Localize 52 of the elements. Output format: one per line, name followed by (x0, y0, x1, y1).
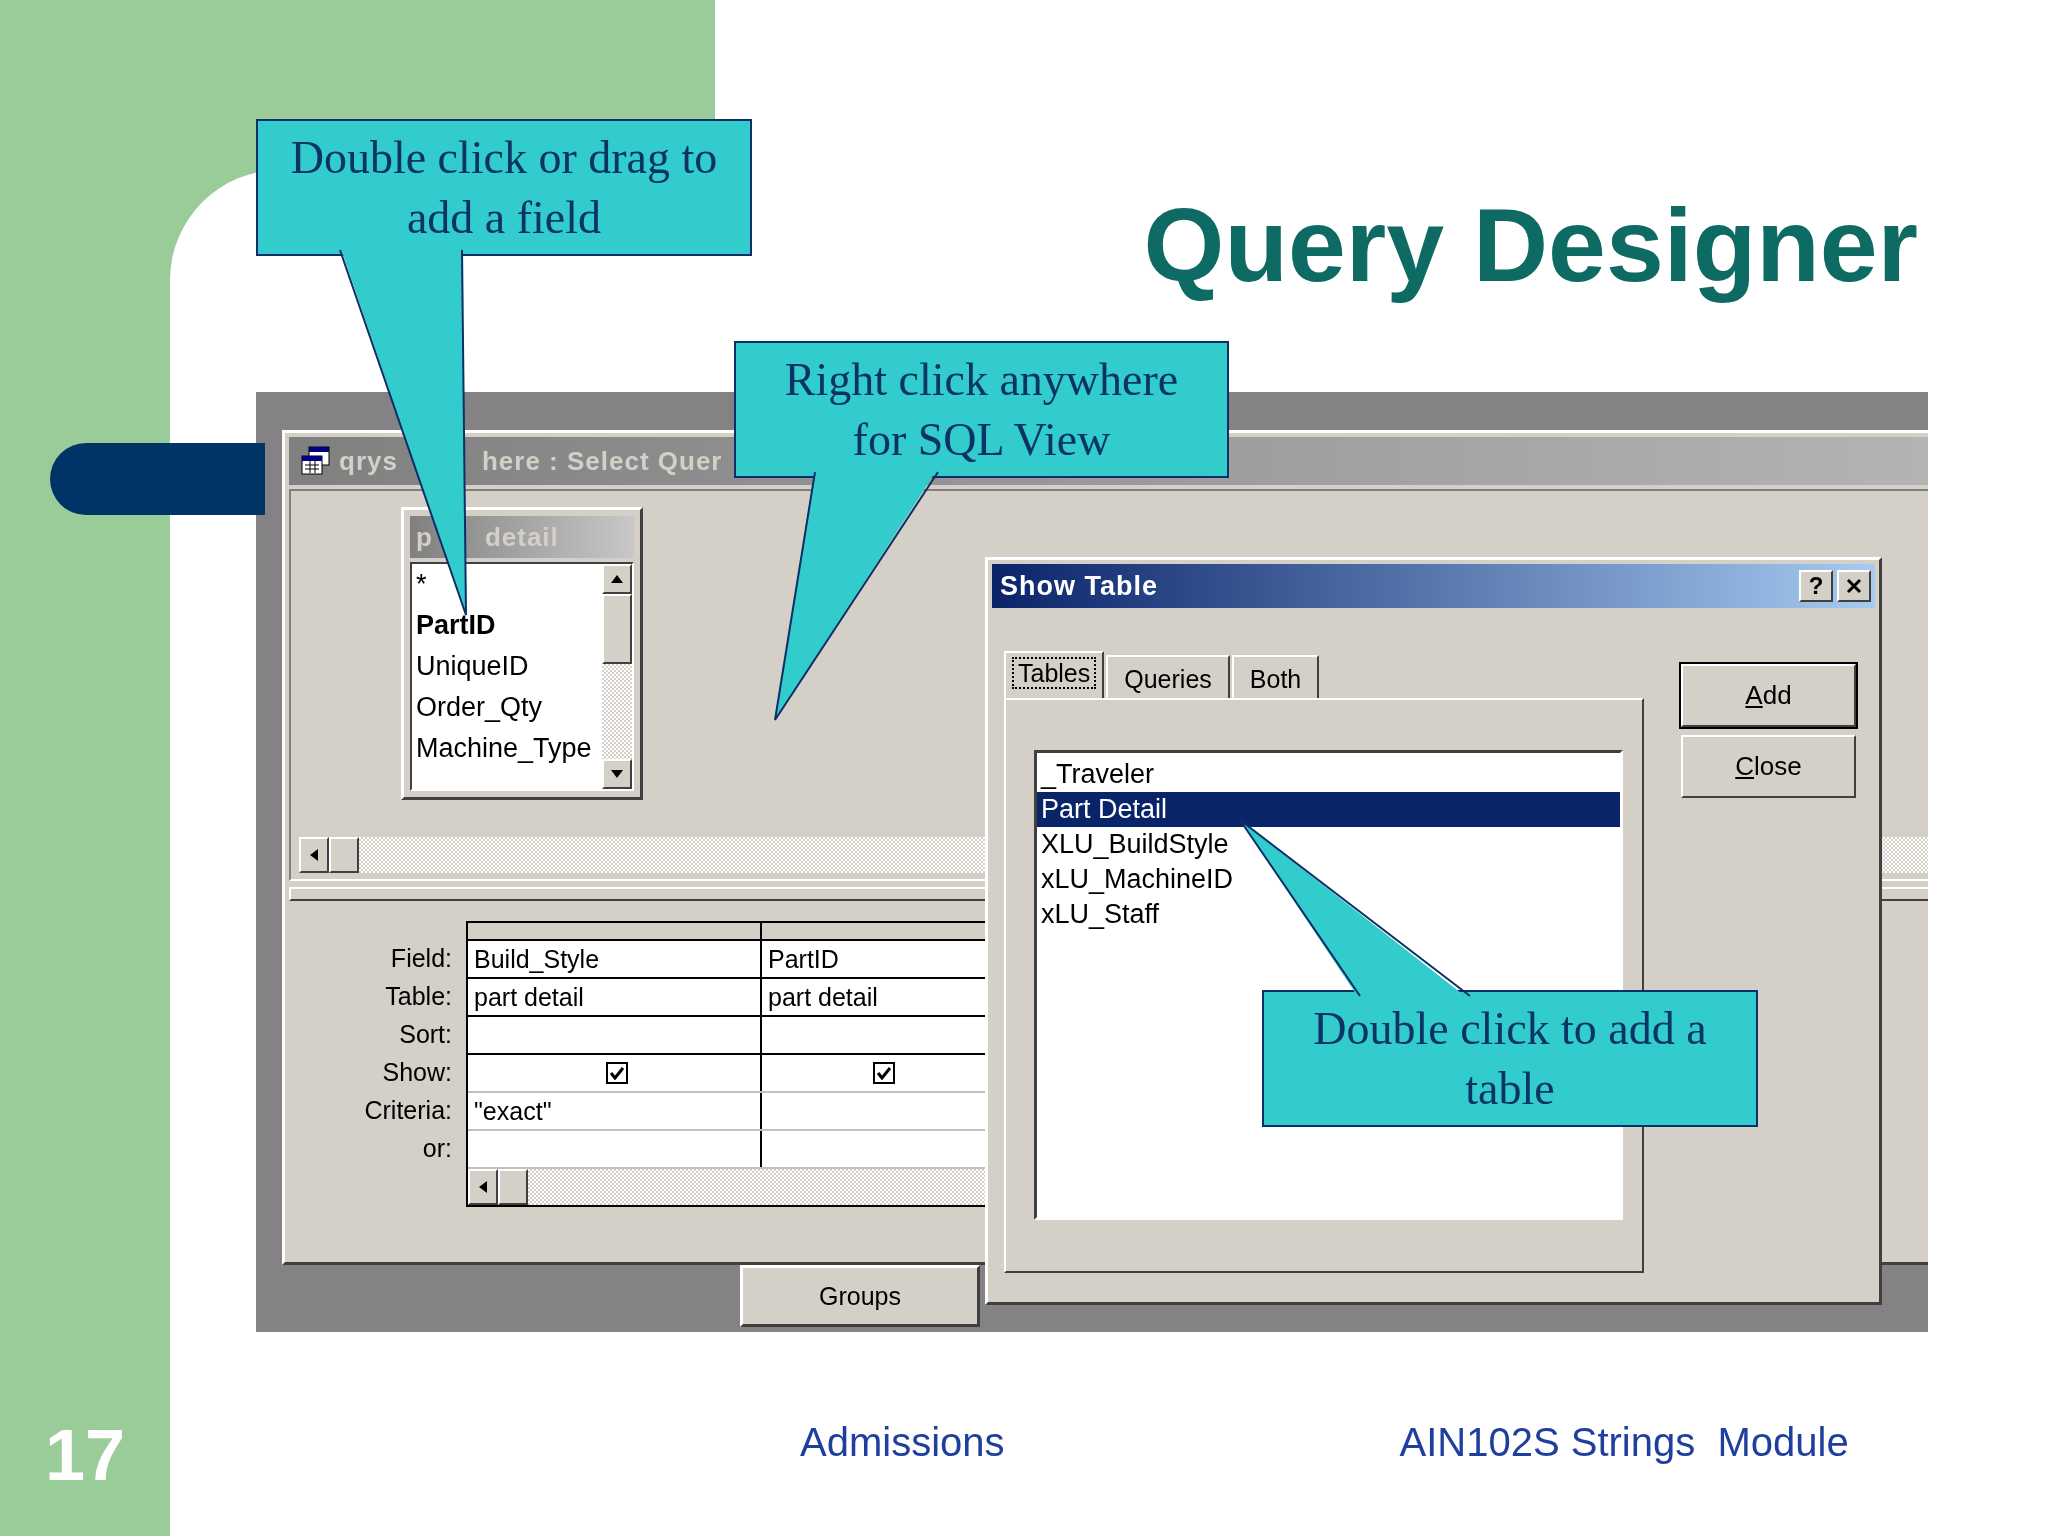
dialog-button[interactable]: Close (1681, 735, 1856, 798)
field-item[interactable]: Machine_Type (416, 728, 602, 769)
dialog-tab[interactable]: Queries (1106, 655, 1230, 698)
grid-cell[interactable]: "exact" (474, 1096, 552, 1126)
table-list-item[interactable]: xLU_Staff (1037, 897, 1620, 932)
callout-box: Double click or drag to add a field (256, 119, 752, 256)
dialog-title: Show Table (1000, 570, 1158, 602)
callout-box: Double click to add a table (1262, 990, 1758, 1127)
show-checkbox[interactable] (873, 1062, 895, 1084)
groups-tab[interactable]: Groups (740, 1265, 980, 1327)
field-list-title: detail (484, 521, 559, 553)
grid-cell[interactable]: PartID (768, 944, 839, 974)
grid-row-label: Table: (385, 981, 452, 1012)
table-list-item[interactable]: xLU_MachineID (1037, 862, 1620, 897)
grid-row-label: Sort: (399, 1019, 452, 1050)
window-title: here : Select Quer (481, 445, 723, 477)
footer-text: Admissions (800, 1419, 1005, 1465)
slide-title: Query Designer (1143, 186, 1918, 305)
help-button[interactable]: ? (1799, 570, 1833, 602)
scroll-left-icon[interactable] (299, 837, 329, 873)
scroll-left-icon[interactable] (468, 1169, 498, 1205)
close-icon[interactable] (1837, 570, 1871, 602)
dialog-tab[interactable]: Tables (1004, 651, 1105, 698)
field-item[interactable]: UniqueID (416, 646, 602, 687)
scroll-up-icon[interactable] (602, 564, 632, 594)
grid-row-label: Criteria: (364, 1095, 452, 1126)
grid-row-label: Show: (382, 1057, 452, 1088)
table-list-item[interactable]: _Traveler (1037, 757, 1620, 792)
grid-row-label: Field: (390, 943, 452, 974)
slide-number: 17 (44, 1414, 126, 1496)
grid-row-label: or: (422, 1133, 452, 1164)
field-list-title: p (416, 521, 433, 553)
table-list-item[interactable]: XLU_BuildStyle (1037, 827, 1620, 862)
scroll-down-icon[interactable] (602, 759, 632, 789)
show-checkbox[interactable] (606, 1062, 628, 1084)
grid-cell[interactable]: part detail (474, 982, 584, 1012)
scroll-thumb[interactable] (329, 837, 359, 873)
dialog-tab[interactable]: Both (1231, 655, 1320, 698)
field-item[interactable]: PartID (416, 605, 602, 646)
query-icon (301, 446, 331, 476)
grid-cell[interactable]: Build_Style (474, 944, 600, 974)
dialog-button[interactable]: Add (1681, 664, 1856, 727)
table-list-item[interactable]: Part Detail (1037, 792, 1620, 827)
field-item[interactable]: * (416, 564, 602, 605)
scrollbar[interactable] (602, 564, 632, 789)
scroll-thumb[interactable] (602, 594, 632, 664)
footer-text: AIN102S Strings Module (1399, 1419, 1849, 1465)
grid-cell[interactable]: part detail (768, 982, 878, 1012)
window-title: qrys (339, 445, 398, 477)
callout-box: Right click anywhere for SQL View (734, 341, 1229, 478)
field-item[interactable]: Order_Qty (416, 687, 602, 728)
scroll-thumb[interactable] (498, 1169, 528, 1205)
